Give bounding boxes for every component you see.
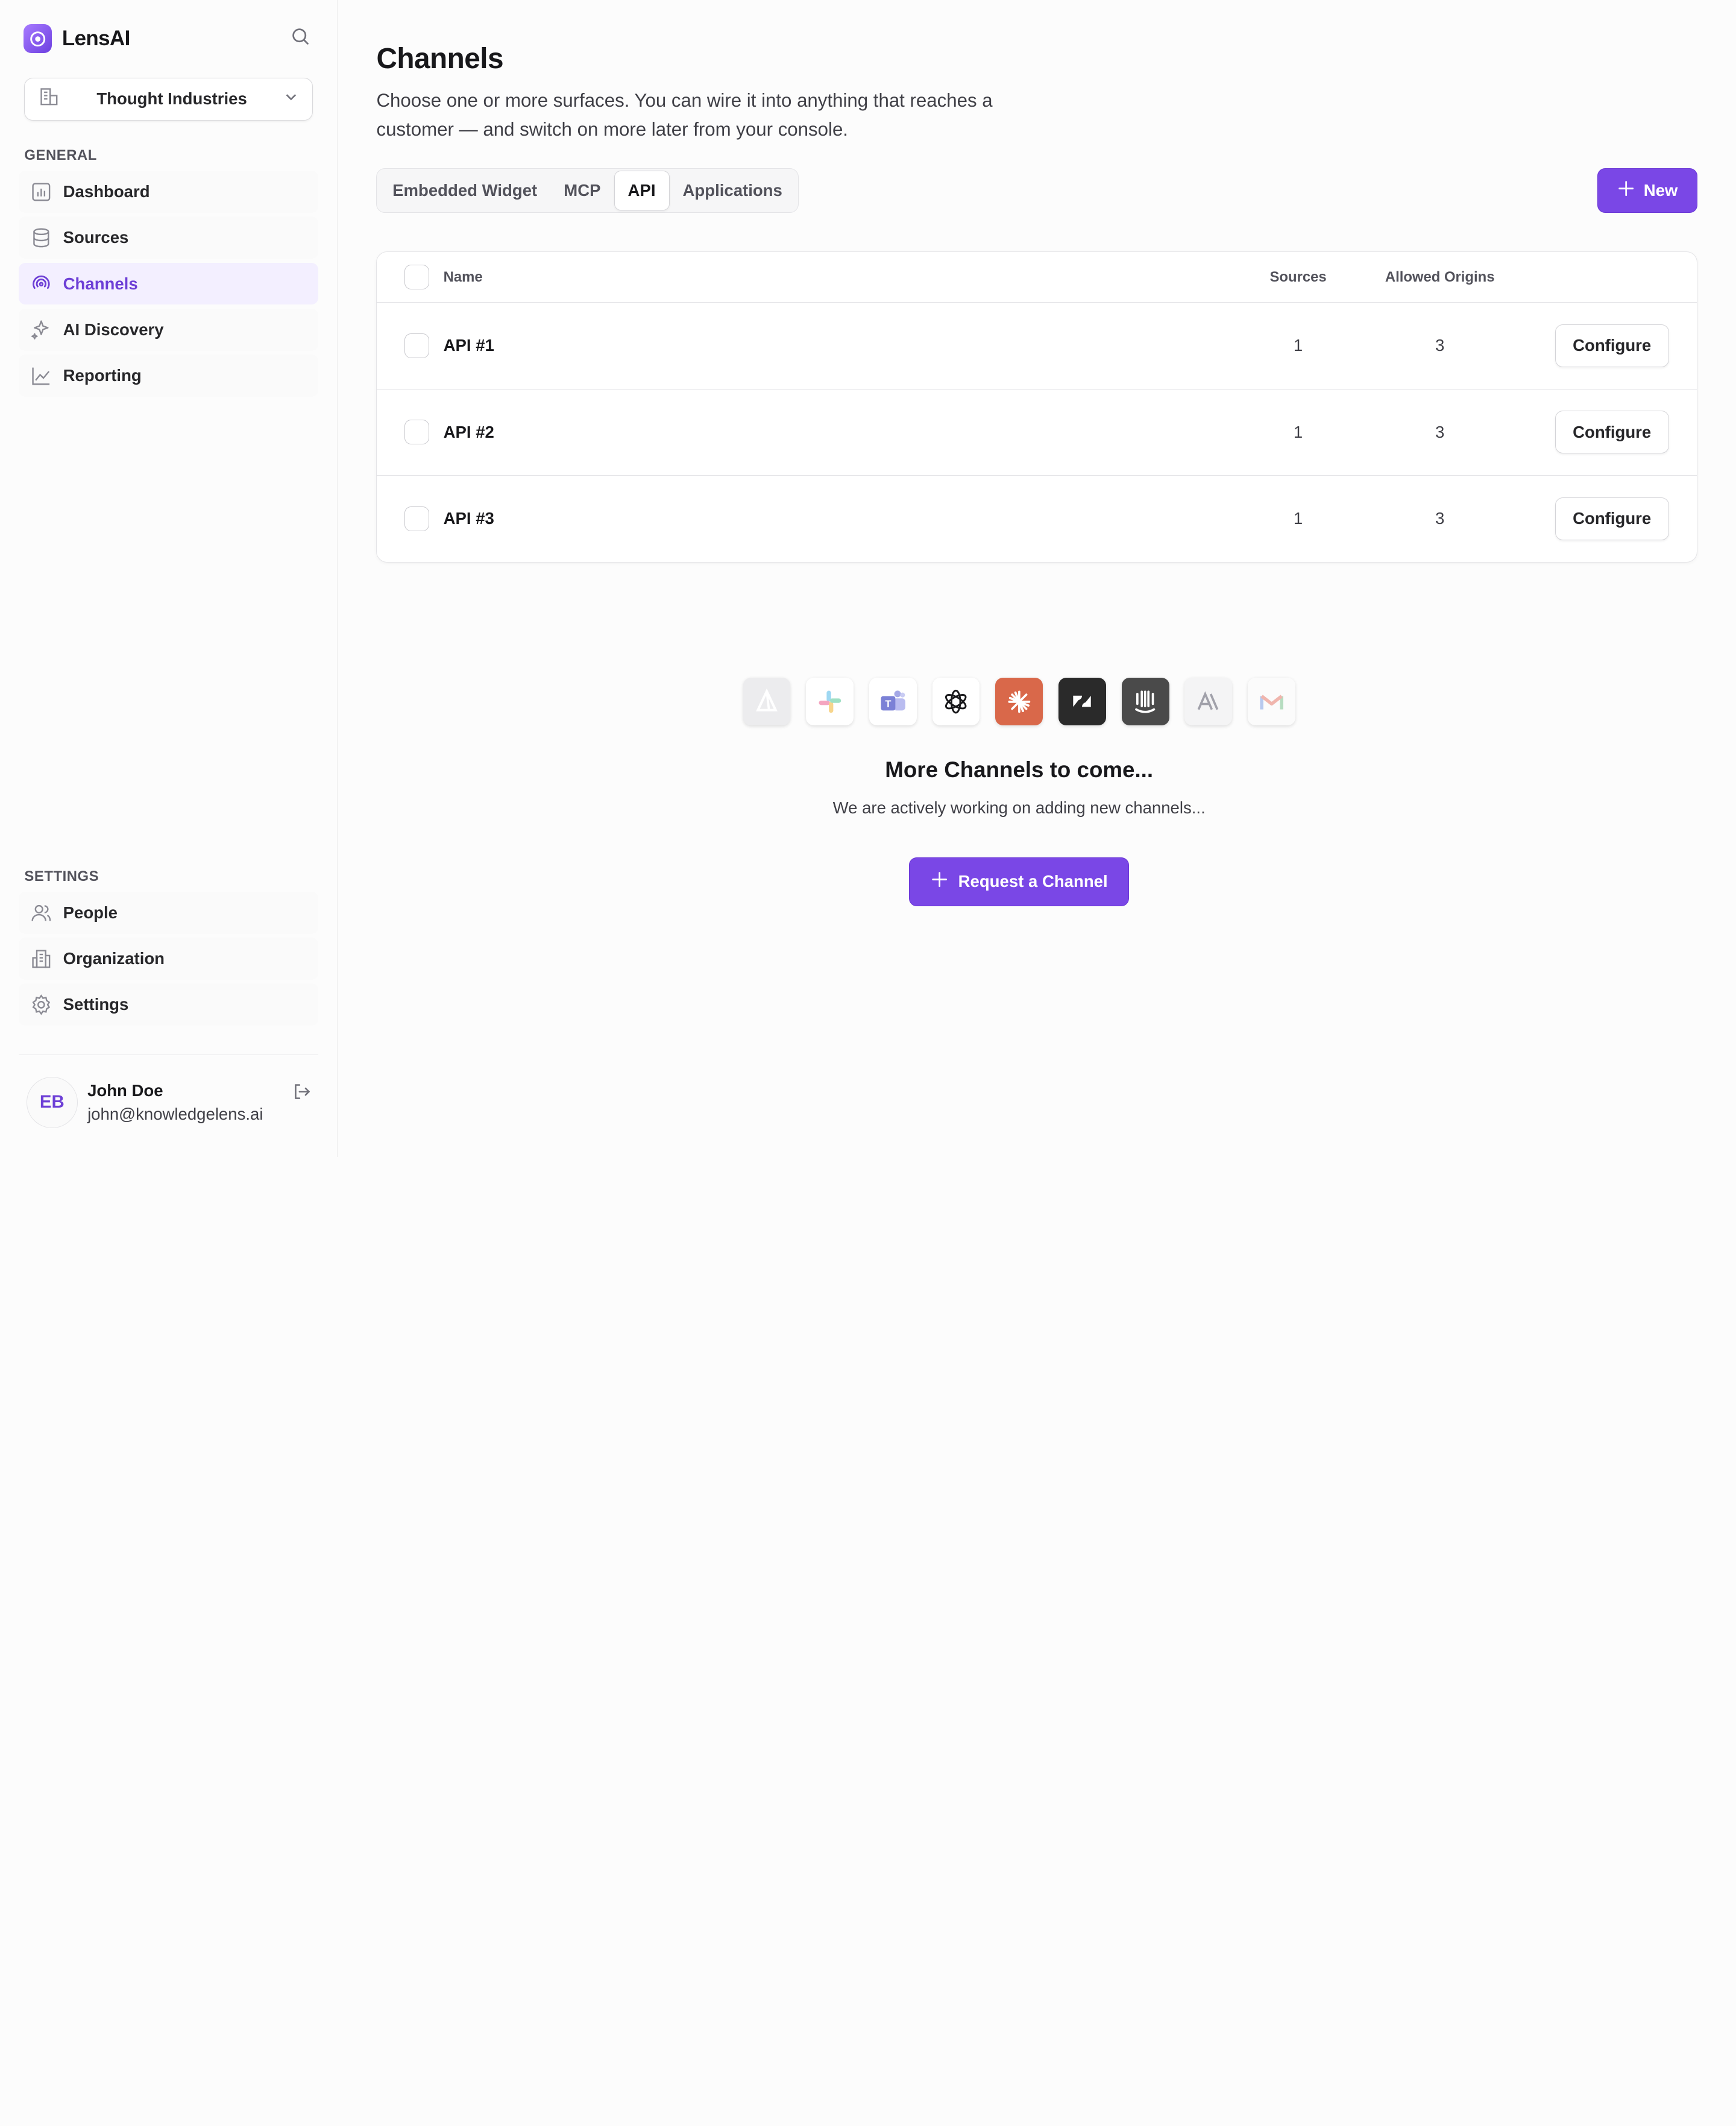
- table-row: API #1 1 3 Configure: [377, 303, 1697, 390]
- sidebar-item-organization[interactable]: Organization: [19, 938, 318, 980]
- users-icon: [29, 901, 53, 925]
- main-content: Channels Choose one or more surfaces. Yo…: [338, 0, 1736, 1157]
- claude-icon: [995, 678, 1043, 726]
- sidebar-item-channels[interactable]: Channels: [19, 262, 318, 305]
- app-name: LensAI: [61, 27, 131, 51]
- teams-icon: T: [869, 678, 917, 726]
- sidebar-item-sources[interactable]: Sources: [19, 216, 318, 259]
- sidebar-item-label: AI Discovery: [63, 320, 164, 339]
- zendesk-icon: [1058, 678, 1106, 726]
- row-checkbox[interactable]: [404, 333, 429, 358]
- anthropic-icon: [1184, 678, 1233, 726]
- user-email: john@knowledgelens.ai: [87, 1105, 263, 1124]
- row-name: API #3: [443, 509, 494, 528]
- org-selector[interactable]: Thought Industries: [24, 77, 313, 121]
- svg-text:T: T: [885, 698, 891, 710]
- tab-embedded-widget[interactable]: Embedded Widget: [379, 171, 550, 210]
- plus-icon: [931, 871, 948, 892]
- settings-section-label: SETTINGS: [24, 868, 99, 885]
- delta-logo-icon: [743, 678, 791, 726]
- row-origins: 3: [1435, 422, 1445, 441]
- user-profile: EB John Doe john@knowledgelens.ai: [19, 1054, 318, 1128]
- configure-button[interactable]: Configure: [1555, 497, 1669, 541]
- lensai-logo-icon: [23, 24, 52, 54]
- tab-applications[interactable]: Applications: [670, 171, 796, 210]
- sidebar-item-label: Organization: [63, 949, 165, 968]
- configure-button[interactable]: Configure: [1555, 324, 1669, 368]
- tab-mcp[interactable]: MCP: [550, 171, 614, 210]
- line-chart-icon: [29, 364, 53, 388]
- row-name: API #2: [443, 422, 494, 441]
- column-header-sources: Sources: [1269, 268, 1327, 285]
- page-description: Choose one or more surfaces. You can wir…: [376, 90, 993, 140]
- slack-icon: [806, 678, 854, 726]
- channel-tabs: Embedded Widget MCP API Applications: [376, 168, 799, 213]
- select-all-checkbox[interactable]: [404, 265, 429, 289]
- request-channel-label: Request a Channel: [958, 872, 1108, 891]
- sidebar-item-ai-discovery[interactable]: AI Discovery: [19, 308, 318, 351]
- sidebar-item-label: Dashboard: [63, 182, 150, 201]
- plus-icon: [1617, 180, 1635, 201]
- sidebar-item-dashboard[interactable]: Dashboard: [19, 171, 318, 213]
- sidebar: LensAI Thought Industries GENERAL Dashbo…: [0, 0, 338, 1158]
- column-header-name: Name: [443, 268, 483, 285]
- configure-button[interactable]: Configure: [1555, 410, 1669, 454]
- new-button[interactable]: New: [1597, 168, 1697, 213]
- table-row: API #2 1 3 Configure: [377, 390, 1697, 476]
- row-origins: 3: [1435, 509, 1445, 528]
- intercom-icon: [1121, 678, 1169, 726]
- table-row: API #3 1 3 Configure: [377, 476, 1696, 562]
- row-name: API #1: [443, 336, 494, 355]
- sidebar-item-label: Reporting: [63, 365, 142, 385]
- sidebar-item-settings[interactable]: Settings: [19, 983, 318, 1026]
- row-origins: 3: [1435, 336, 1445, 355]
- chevron-down-icon: [283, 89, 299, 109]
- new-button-label: New: [1643, 180, 1678, 200]
- gear-icon: [29, 992, 53, 1017]
- row-checkbox[interactable]: [404, 506, 429, 531]
- gmail-icon: [1247, 678, 1295, 726]
- brand: LensAI: [19, 0, 318, 78]
- more-channels-title: More Channels to come...: [885, 757, 1154, 783]
- api-table: Name Sources Allowed Origins API #1 1 3 …: [376, 251, 1697, 563]
- user-name: John Doe: [87, 1080, 163, 1100]
- table-header: Name Sources Allowed Origins: [377, 252, 1697, 303]
- sparkles-icon: [29, 318, 53, 342]
- openai-icon: [932, 678, 980, 726]
- more-channels-subtitle: We are actively working on adding new ch…: [832, 798, 1206, 817]
- sidebar-item-label: Sources: [63, 228, 129, 247]
- org-name: Thought Industries: [96, 89, 247, 109]
- building-icon: [29, 947, 53, 971]
- logout-icon[interactable]: [292, 1082, 312, 1106]
- sidebar-item-label: People: [63, 903, 118, 922]
- tab-api[interactable]: API: [614, 170, 670, 210]
- channel-logos: T: [302, 678, 1736, 726]
- row-sources: 1: [1293, 422, 1303, 441]
- sidebar-item-people[interactable]: People: [19, 891, 318, 934]
- general-section-label: GENERAL: [24, 147, 97, 164]
- row-sources: 1: [1293, 336, 1303, 355]
- avatar[interactable]: EB: [27, 1077, 78, 1128]
- search-icon[interactable]: [291, 27, 310, 51]
- building-icon: [38, 86, 60, 113]
- column-header-origins: Allowed Origins: [1385, 268, 1495, 285]
- row-sources: 1: [1293, 509, 1303, 528]
- more-channels-section: T More Channels to come... We are active…: [338, 678, 1736, 906]
- sidebar-item-label: Settings: [63, 995, 129, 1014]
- settings-section: SETTINGS People Organization Settings: [19, 864, 318, 1030]
- request-channel-button[interactable]: Request a Channel: [908, 857, 1130, 906]
- row-checkbox[interactable]: [404, 420, 429, 444]
- chart-icon: [29, 180, 53, 204]
- sidebar-item-reporting[interactable]: Reporting: [19, 355, 318, 397]
- broadcast-icon: [29, 271, 53, 295]
- page-title: Channels: [376, 42, 503, 75]
- database-icon: [29, 226, 53, 250]
- sidebar-item-label: Channels: [63, 274, 138, 293]
